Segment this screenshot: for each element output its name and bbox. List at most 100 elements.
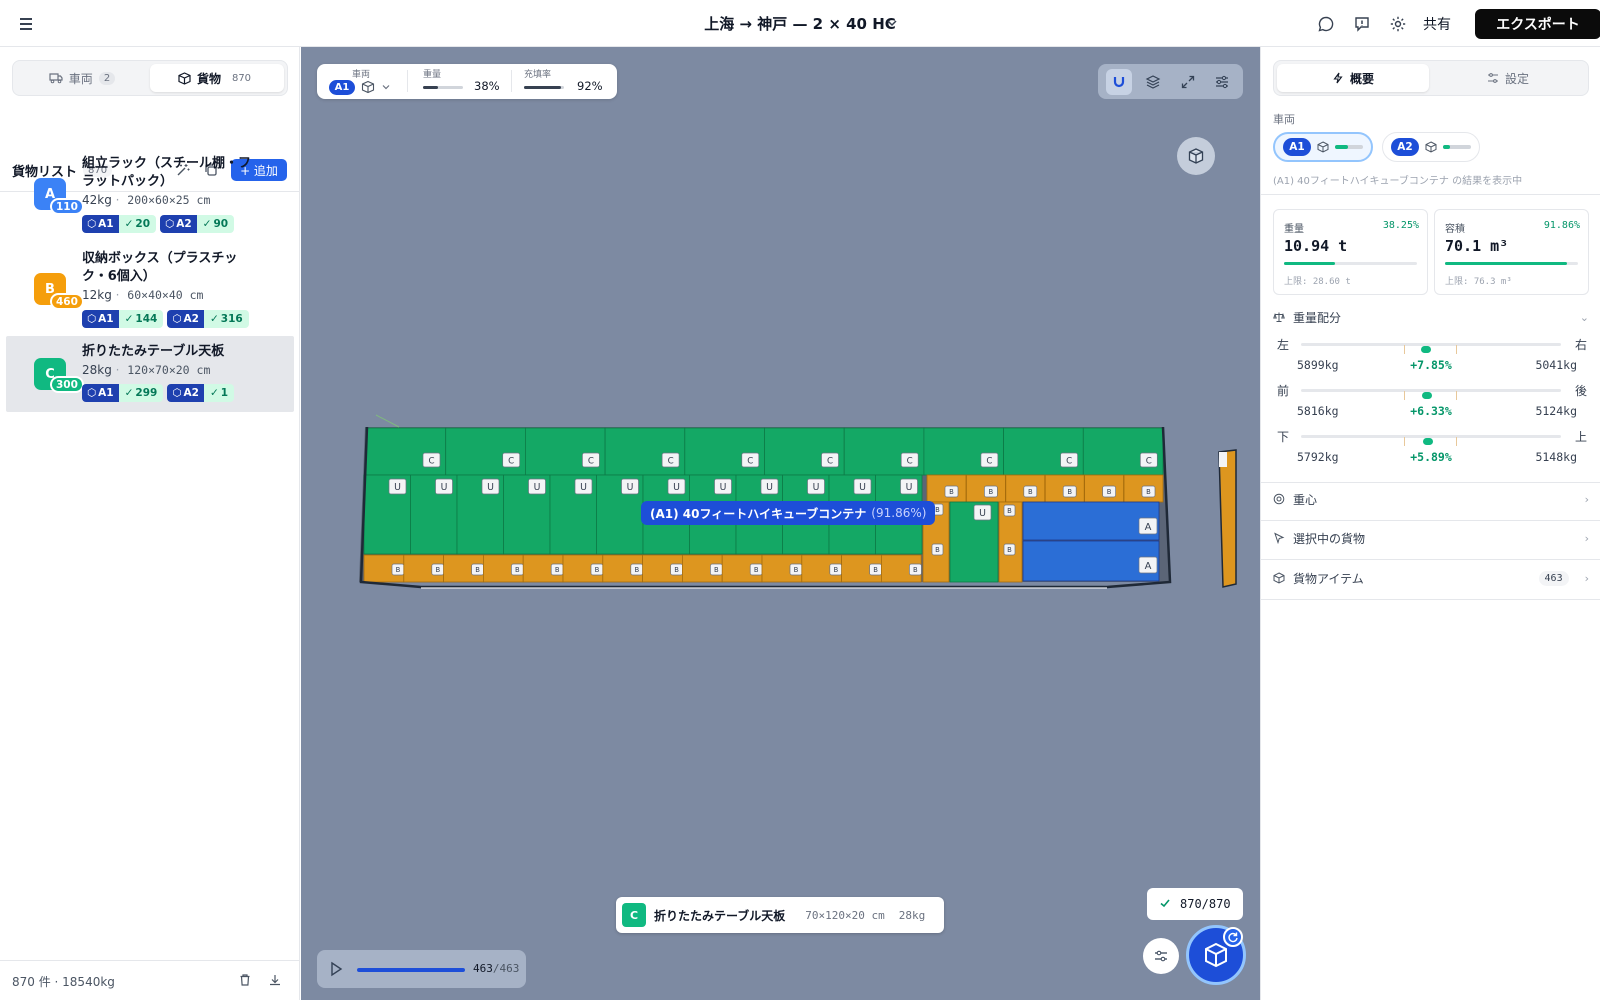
vehicle-chip: ⬡ A1 ✓ 299	[82, 384, 164, 402]
vehicle-id: A1	[98, 218, 114, 230]
vehicle-id: A2	[183, 313, 199, 325]
refresh-icon[interactable]	[1223, 927, 1243, 947]
cargo-item-b[interactable]: B 460 収納ボックス（プラスチック・6個入） 12kg · 60×40×40…	[6, 241, 294, 335]
fill-label: 充填率	[524, 70, 552, 80]
vehicle-id: A1	[1283, 138, 1311, 156]
box-label-text: B	[935, 506, 940, 514]
divider	[1261, 194, 1600, 195]
check-icon: ✓ 299	[118, 384, 164, 402]
magnet-icon[interactable]	[1106, 68, 1133, 95]
tab-settings[interactable]: 設定	[1432, 64, 1584, 92]
divider	[1261, 599, 1600, 600]
balance-left-right: 左 右 5899kg +7.85% 5041kg	[1273, 338, 1589, 382]
weight-card-label: 重量	[1284, 224, 1304, 235]
weight-card: 重量 38.25% 10.94 t 上限: 28.60 t	[1273, 209, 1428, 295]
container-label[interactable]: (A1) 40フィートハイキューブコンテナ (91.86%)	[641, 501, 936, 525]
box-icon: ⬡	[87, 218, 97, 230]
vehicle-tab-a1[interactable]: A1	[1273, 132, 1373, 162]
vehicle-chip: ⬡ A1 ✓ 144	[82, 310, 164, 328]
left-tabs: 車両 2 貨物 870	[12, 60, 288, 96]
box-label-text: B	[1107, 488, 1112, 496]
download-icon[interactable]	[268, 973, 282, 991]
vehicle-id: A1	[98, 387, 114, 399]
chevron-right-icon: ›	[1584, 571, 1589, 585]
vehicle-chip-id: ⬡ A1	[82, 310, 119, 328]
balance-right-label: 後	[1574, 384, 1587, 398]
weight-balance-header[interactable]: 重量配分 ⌄	[1273, 307, 1589, 327]
vehicle-id: A1	[98, 313, 114, 325]
center-of-gravity-title: 重心	[1293, 492, 1318, 507]
box-label-text: B	[1067, 488, 1072, 496]
selected-cargo-title: 選択中の貨物	[1293, 531, 1366, 546]
box-label-text: U	[906, 482, 913, 493]
vehicle-selector[interactable]: A1	[329, 80, 355, 95]
cargo-items-header[interactable]: 貨物アイテム 463 ›	[1273, 568, 1589, 588]
vehicle-chip-id: ⬡ A1	[82, 215, 119, 233]
box-label-text: U	[979, 508, 986, 519]
cargo-box-c	[1082, 427, 1164, 476]
comment-icon[interactable]	[1315, 13, 1337, 35]
3d-viewport[interactable]: C C C C C C C C C C U U U U U U U U U U U U B B B B B B B B U B B A A B B B B B…	[301, 47, 1260, 1000]
box-label-text: U	[673, 482, 680, 493]
box-label-text: B	[1007, 507, 1012, 515]
summary-panel: 概要 設定 車両 A1 A2 (A1) 40フィートハイキューブコンテナ の結果…	[1260, 47, 1600, 1000]
tab-label: 設定	[1504, 71, 1529, 86]
view-cube-button[interactable]	[1177, 137, 1215, 175]
box-label-text: B	[1007, 546, 1012, 554]
playback-bar: 463/463	[317, 950, 526, 988]
box-label-text: U	[720, 482, 727, 493]
layers-icon[interactable]	[1140, 69, 1166, 95]
balance-marker	[1422, 392, 1433, 399]
filter-button[interactable]	[1143, 938, 1179, 974]
cargo-box-c	[1003, 427, 1084, 476]
box-label-text: B	[794, 566, 799, 574]
separator	[511, 70, 512, 92]
box-label-text: B	[634, 566, 639, 574]
expand-icon[interactable]	[1175, 69, 1201, 95]
center-of-gravity-header[interactable]: 重心 ›	[1273, 489, 1589, 509]
box-label-text: B	[1146, 488, 1151, 496]
cargo-meta: 42kg · 200×60×25 cm	[82, 193, 211, 207]
playback-slider[interactable]	[357, 968, 465, 972]
cargo-item-a[interactable]: A 110 組立ラック（スチール棚・フラットパック） 42kg · 200×60…	[6, 146, 294, 240]
cargo-box-c	[445, 427, 526, 476]
balance-left-label: 左	[1277, 338, 1290, 352]
packed-count: 299	[135, 387, 158, 399]
page-title[interactable]: 上海 → 神戸 — 2 × 40 HC	[704, 13, 896, 34]
vehicle-note: (A1) 40フィートハイキューブコンテナ の結果を表示中	[1273, 176, 1523, 187]
weight-card-fill	[1284, 262, 1335, 265]
trash-icon[interactable]	[238, 973, 252, 991]
cargo-summary: 870 件 · 18540kg	[12, 975, 115, 989]
export-button[interactable]: エクスポート	[1475, 9, 1600, 39]
cargo-items-count: 463	[1538, 570, 1569, 586]
chevron-down-icon[interactable]	[886, 17, 898, 29]
view-toolbar	[1098, 64, 1243, 99]
tab-overview[interactable]: 概要	[1277, 64, 1429, 92]
fill-value: 92%	[577, 79, 603, 93]
vehicle-tab-a2[interactable]: A2	[1382, 132, 1480, 162]
gear-icon[interactable]	[1387, 13, 1409, 35]
tab-vehicles[interactable]: 車両 2	[16, 64, 148, 92]
box-label-text: C	[1066, 456, 1072, 466]
cargo-item-c[interactable]: C 300 折りたたみテーブル天板 28kg · 120×70×20 cm ⬡ A…	[6, 336, 294, 412]
sliders-icon[interactable]	[1209, 69, 1235, 95]
left-footer: 870 件 · 18540kg	[0, 960, 300, 1000]
share-button[interactable]: 共有	[1423, 14, 1451, 34]
feedback-icon[interactable]	[1351, 13, 1373, 35]
menu-icon[interactable]	[18, 15, 38, 33]
playback-fill	[357, 968, 465, 972]
cargo-meta: 28kg · 120×70×20 cm	[82, 363, 211, 377]
box-icon	[178, 71, 191, 85]
volume-card: 容積 91.86% 70.1 m³ 上限: 76.3 m³	[1434, 209, 1589, 295]
cargo-weight: 42kg	[82, 193, 112, 207]
box-label-text: C	[907, 456, 913, 466]
check-icon: ✓ 1	[203, 384, 235, 402]
box-label-text: B	[935, 546, 940, 554]
balance-tick	[1404, 345, 1405, 354]
selected-cargo-header[interactable]: 選択中の貨物 ›	[1273, 528, 1589, 548]
play-icon[interactable]	[327, 960, 345, 978]
tab-cargo[interactable]: 貨物 870	[150, 64, 284, 92]
chevron-down-icon[interactable]	[381, 81, 391, 96]
box-icon: ⬡	[172, 387, 182, 399]
weight-card-bar	[1284, 262, 1417, 265]
